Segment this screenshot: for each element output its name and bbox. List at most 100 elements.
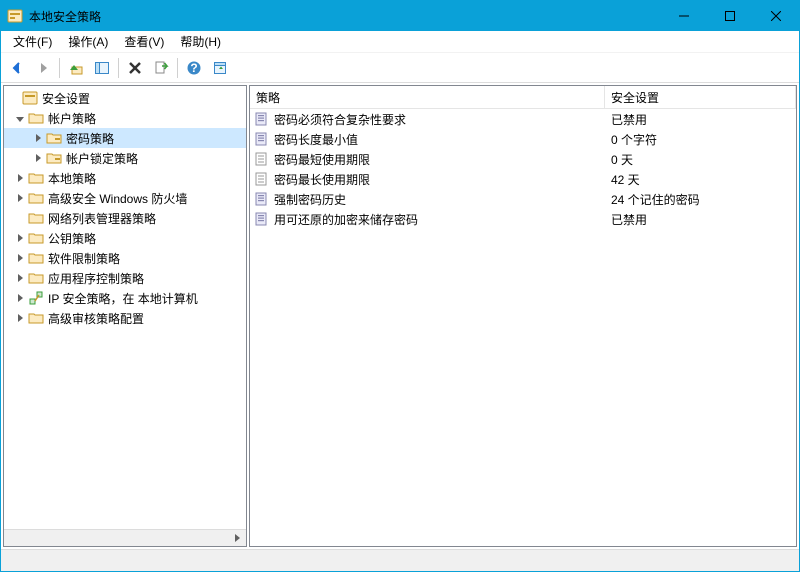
tree-label: 帐户策略 (48, 110, 102, 127)
tree-label: 应用程序控制策略 (48, 270, 150, 287)
security-settings-icon (22, 90, 38, 106)
chevron-right-icon[interactable] (12, 231, 28, 245)
tree-label: IP 安全策略，在 本地计算机 (48, 290, 204, 307)
tree-item-software-restriction[interactable]: 软件限制策略 (4, 248, 246, 268)
back-button[interactable] (5, 56, 29, 80)
tree-item-account-policies[interactable]: 帐户策略 (4, 108, 246, 128)
help-button[interactable]: ? (182, 56, 206, 80)
chevron-right-icon[interactable] (30, 151, 46, 165)
up-button[interactable] (64, 56, 88, 80)
folder-icon (28, 250, 44, 266)
menu-help[interactable]: 帮助(H) (172, 31, 229, 52)
tree-label: 安全设置 (42, 90, 96, 107)
tree-label: 帐户锁定策略 (66, 150, 144, 167)
properties-button[interactable] (208, 56, 232, 80)
close-button[interactable] (753, 1, 799, 31)
tree-item-account-lockout-policy[interactable]: 帐户锁定策略 (4, 148, 246, 168)
list-item[interactable]: 密码最长使用期限 42 天 (250, 169, 796, 189)
policy-value: 42 天 (605, 171, 796, 188)
tree: 安全设置 帐户策略 密码策略 (4, 86, 246, 529)
policy-name: 用可还原的加密来储存密码 (274, 211, 418, 228)
tree-item-network-list-manager[interactable]: 网络列表管理器策略 (4, 208, 246, 228)
tree-label: 密码策略 (66, 130, 120, 147)
toolbar: ? (1, 53, 799, 83)
column-header-policy[interactable]: 策略 (250, 86, 605, 108)
tree-label: 公钥策略 (48, 230, 102, 247)
toolbar-separator (118, 58, 119, 78)
chevron-right-icon[interactable] (12, 251, 28, 265)
menu-action[interactable]: 操作(A) (60, 31, 116, 52)
menu-view[interactable]: 查看(V) (116, 31, 172, 52)
policy-icon (254, 131, 270, 147)
tree-item-advanced-audit[interactable]: 高级审核策略配置 (4, 308, 246, 328)
chevron-right-icon[interactable] (30, 131, 46, 145)
folder-icon (28, 170, 44, 186)
chevron-right-icon[interactable] (12, 271, 28, 285)
policy-icon (254, 151, 270, 167)
policy-value: 已禁用 (605, 111, 796, 128)
chevron-right-icon[interactable] (12, 171, 28, 185)
list-item[interactable]: 密码必须符合复杂性要求 已禁用 (250, 109, 796, 129)
ip-security-icon (28, 290, 44, 306)
chevron-right-icon[interactable] (12, 311, 28, 325)
policy-icon (254, 191, 270, 207)
window-title: 本地安全策略 (29, 8, 661, 25)
tree-item-public-key-policies[interactable]: 公钥策略 (4, 228, 246, 248)
folder-icon (28, 210, 44, 226)
folder-icon (46, 130, 62, 146)
tree-label: 本地策略 (48, 170, 102, 187)
folder-icon (28, 310, 44, 326)
scroll-right-icon[interactable] (229, 530, 246, 547)
menu-file[interactable]: 文件(F) (5, 31, 60, 52)
svg-text:?: ? (190, 61, 197, 75)
toolbar-separator (59, 58, 60, 78)
policy-name: 密码最长使用期限 (274, 171, 370, 188)
content-body: 安全设置 帐户策略 密码策略 (1, 83, 799, 549)
window-controls (661, 1, 799, 31)
tree-label: 网络列表管理器策略 (48, 210, 162, 227)
policy-value: 24 个记住的密码 (605, 191, 796, 208)
policy-icon (254, 171, 270, 187)
maximize-button[interactable] (707, 1, 753, 31)
folder-icon (28, 190, 44, 206)
menubar: 文件(F) 操作(A) 查看(V) 帮助(H) (1, 31, 799, 53)
tree-label: 软件限制策略 (48, 250, 126, 267)
forward-button[interactable] (31, 56, 55, 80)
policy-value: 0 天 (605, 151, 796, 168)
horizontal-scrollbar[interactable] (4, 529, 246, 546)
list-item[interactable]: 强制密码历史 24 个记住的密码 (250, 189, 796, 209)
list-header: 策略 安全设置 (250, 86, 796, 109)
list-item[interactable]: 密码最短使用期限 0 天 (250, 149, 796, 169)
tree-pane: 安全设置 帐户策略 密码策略 (3, 85, 247, 547)
folder-icon (28, 110, 44, 126)
titlebar: 本地安全策略 (1, 1, 799, 31)
column-header-security-setting[interactable]: 安全设置 (605, 86, 796, 108)
folder-icon (28, 270, 44, 286)
tree-item-local-policies[interactable]: 本地策略 (4, 168, 246, 188)
chevron-right-icon[interactable] (12, 191, 28, 205)
delete-button[interactable] (123, 56, 147, 80)
tree-root[interactable]: 安全设置 (4, 88, 246, 108)
chevron-right-icon[interactable] (12, 291, 28, 305)
list-body: 密码必须符合复杂性要求 已禁用 密码长度最小值 0 个字符 密码最短使用期限 (250, 109, 796, 546)
policy-name: 密码最短使用期限 (274, 151, 370, 168)
policy-icon (254, 111, 270, 127)
policy-value: 0 个字符 (605, 131, 796, 148)
minimize-button[interactable] (661, 1, 707, 31)
list-item[interactable]: 用可还原的加密来储存密码 已禁用 (250, 209, 796, 229)
export-button[interactable] (149, 56, 173, 80)
list-item[interactable]: 密码长度最小值 0 个字符 (250, 129, 796, 149)
list-pane: 策略 安全设置 密码必须符合复杂性要求 已禁用 密码长度最小值 0 个 (249, 85, 797, 547)
tree-item-password-policy[interactable]: 密码策略 (4, 128, 246, 148)
policy-name: 密码长度最小值 (274, 131, 358, 148)
policy-name: 强制密码历史 (274, 191, 346, 208)
folder-icon (28, 230, 44, 246)
policy-name: 密码必须符合复杂性要求 (274, 111, 406, 128)
tree-item-application-control[interactable]: 应用程序控制策略 (4, 268, 246, 288)
chevron-down-icon[interactable] (12, 111, 28, 125)
show-console-tree-button[interactable] (90, 56, 114, 80)
app-icon (1, 8, 29, 24)
policy-value: 已禁用 (605, 211, 796, 228)
tree-item-ip-security[interactable]: IP 安全策略，在 本地计算机 (4, 288, 246, 308)
tree-item-windows-firewall[interactable]: 高级安全 Windows 防火墙 (4, 188, 246, 208)
